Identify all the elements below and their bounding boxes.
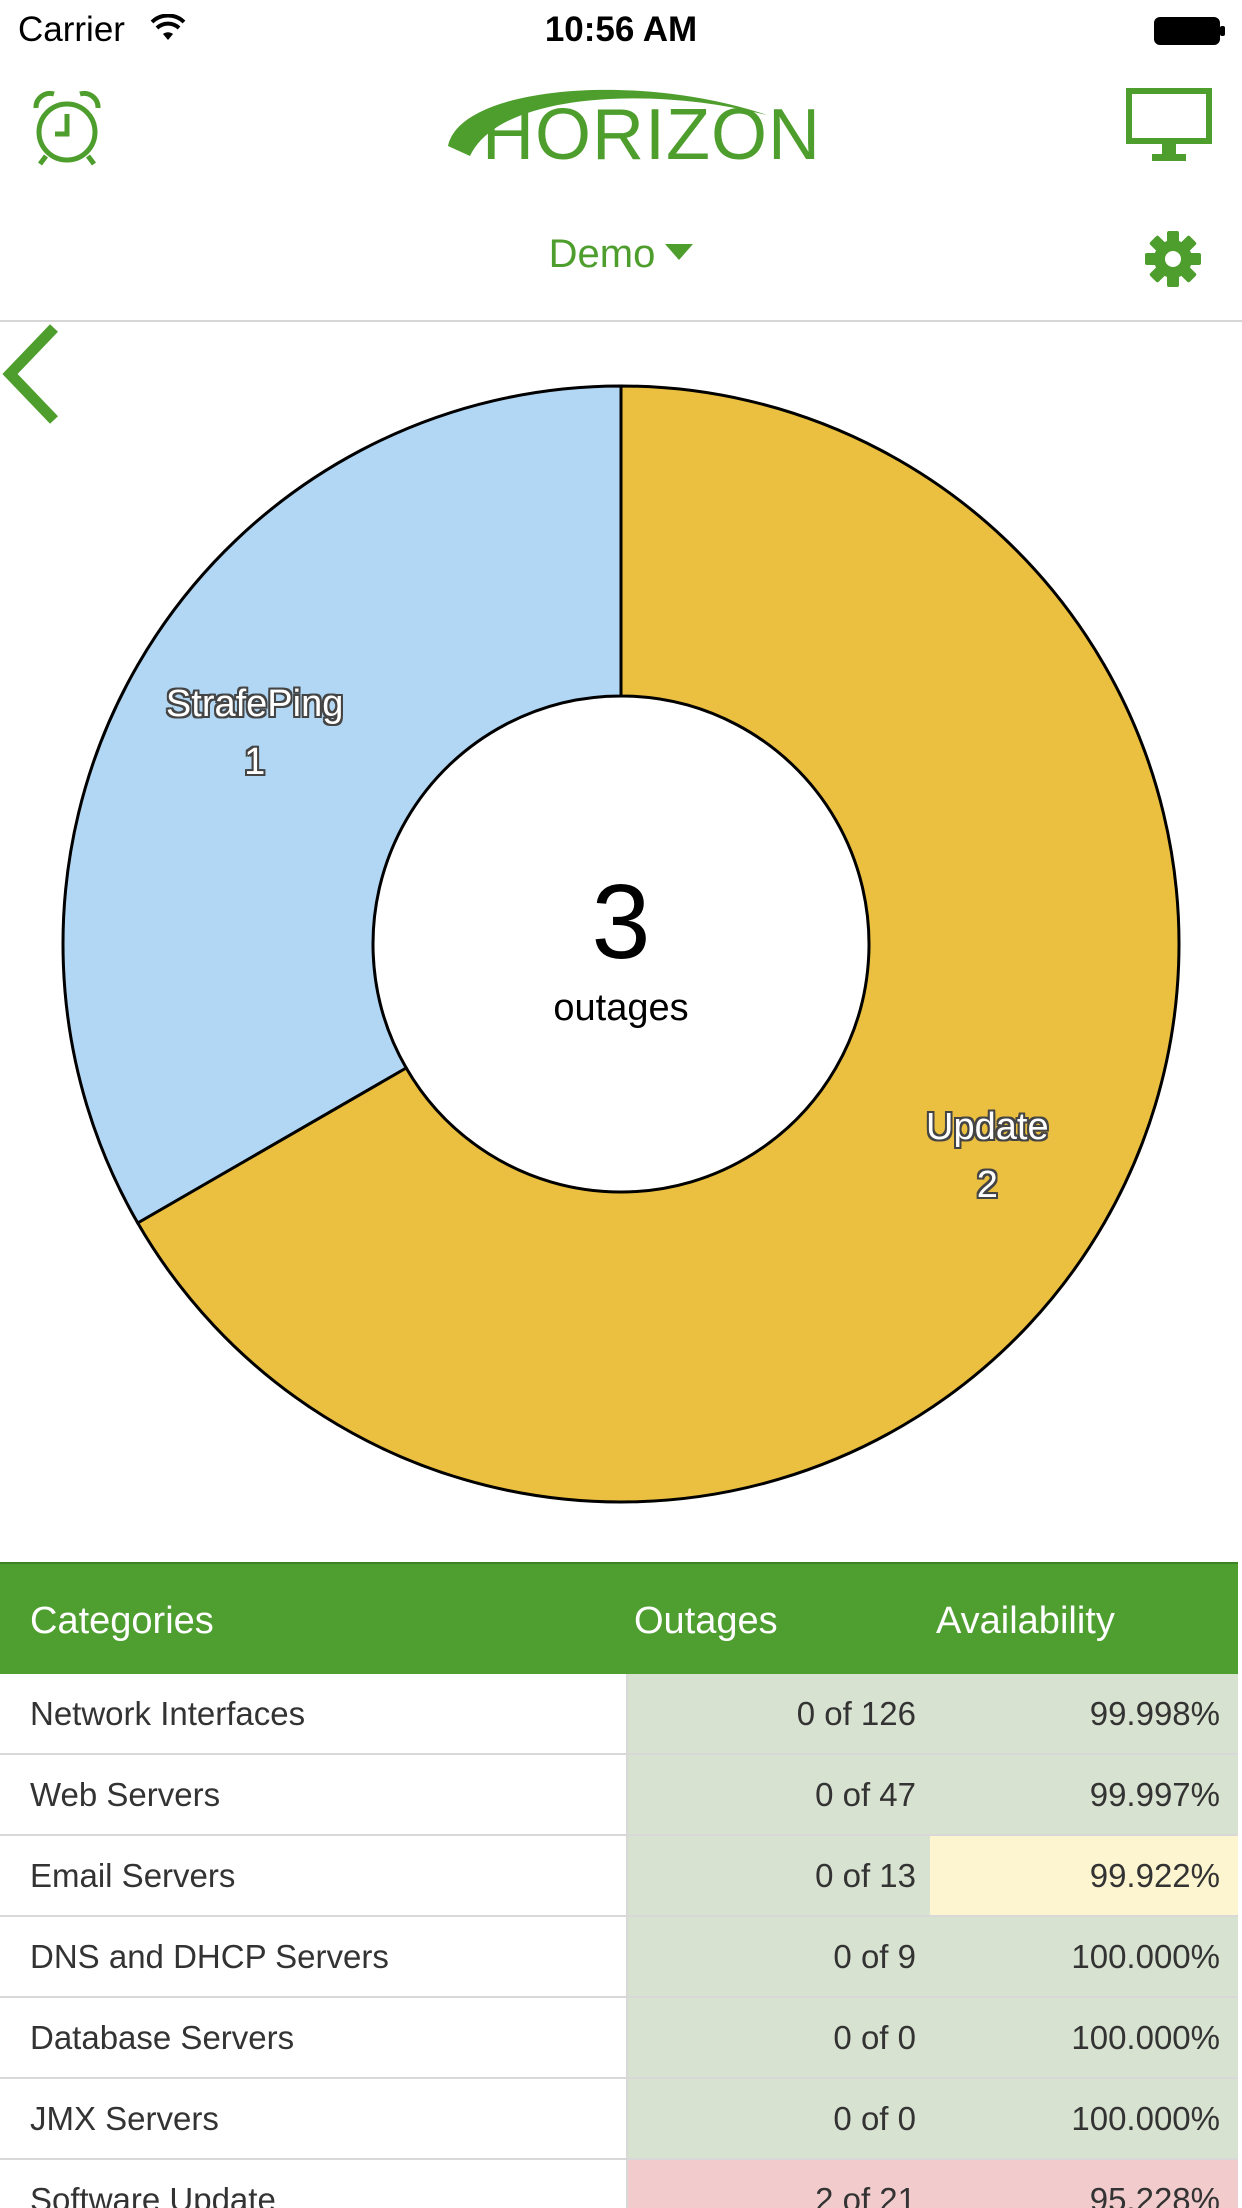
category-cell: DNS and DHCP Servers (0, 1917, 628, 1996)
table-row[interactable]: JMX Servers 0 of 0 100.000% (0, 2079, 1238, 2160)
header-outages[interactable]: Outages (634, 1600, 778, 1643)
slice-label-update: Update 2 (837, 1098, 1137, 1214)
availability-cell: 100.000% (930, 1998, 1238, 2077)
availability-cell: 100.000% (930, 2079, 1238, 2158)
logo-text: HORIZON (482, 95, 821, 175)
outages-cell: 2 of 21 (628, 2160, 930, 2208)
category-cell: Software Update (0, 2160, 628, 2208)
header-availability[interactable]: Availability (936, 1600, 1115, 1643)
table-row[interactable]: Email Servers 0 of 13 99.922% (0, 1836, 1238, 1917)
table-header: Categories Outages Availability (0, 1562, 1238, 1674)
outages-cell: 0 of 13 (628, 1836, 930, 1915)
outages-cell: 0 of 47 (628, 1755, 930, 1834)
table-row[interactable]: DNS and DHCP Servers 0 of 9 100.000% (0, 1917, 1238, 1998)
slice-label-value: 2 (976, 1163, 998, 1206)
table-row[interactable]: Software Update 2 of 21 95.228% (0, 2160, 1238, 2208)
horizon-logo: HORIZON (440, 76, 820, 186)
availability-cell: 100.000% (930, 1917, 1238, 1996)
status-time: 10:56 AM (544, 10, 698, 49)
outages-cell: 0 of 126 (628, 1674, 930, 1753)
table-row[interactable]: Web Servers 0 of 47 99.997% (0, 1755, 1238, 1836)
outage-chart: 3 outages StrafePing 1 Update 2 (0, 322, 1242, 1562)
chevron-left-icon[interactable] (0, 322, 60, 426)
gear-icon[interactable] (1144, 230, 1202, 288)
status-bar: Carrier 10:56 AM (0, 0, 1242, 60)
availability-cell: 99.997% (930, 1755, 1238, 1834)
category-cell: Database Servers (0, 1998, 628, 2077)
category-cell: Network Interfaces (0, 1674, 628, 1753)
chevron-down-icon (665, 244, 694, 261)
slice-label-strafeping: StrafePing 1 (105, 675, 405, 791)
availability-cell: 95.228% (930, 2160, 1238, 2208)
org-selector[interactable]: Demo (0, 232, 1242, 277)
battery-icon (1154, 17, 1225, 45)
category-table: Categories Outages Availability Network … (0, 1562, 1238, 2208)
table-row[interactable]: Database Servers 0 of 0 100.000% (0, 1998, 1238, 2079)
availability-cell: 99.922% (930, 1836, 1238, 1915)
category-cell: JMX Servers (0, 2079, 628, 2158)
category-cell: Email Servers (0, 1836, 628, 1915)
outages-cell: 0 of 0 (628, 1998, 930, 2077)
slice-strafeping[interactable] (61, 384, 623, 1226)
category-cell: Web Servers (0, 1755, 628, 1834)
table-row[interactable]: Network Interfaces 0 of 126 99.998% (0, 1674, 1238, 1755)
header-categories[interactable]: Categories (30, 1600, 214, 1643)
outages-cell: 0 of 0 (628, 2079, 930, 2158)
availability-cell: 99.998% (930, 1674, 1238, 1753)
table-body: Network Interfaces 0 of 126 99.998% Web Ser… (0, 1674, 1238, 2208)
slice-label-name: StrafePing (165, 682, 344, 725)
slice-label-name: Update (926, 1105, 1049, 1148)
alarm-clock-icon[interactable] (28, 88, 106, 168)
outages-cell: 0 of 9 (628, 1917, 930, 1996)
org-selector-label: Demo (548, 232, 656, 276)
monitor-icon[interactable] (1126, 88, 1212, 164)
outage-total-value: 3 (591, 863, 651, 981)
slice-label-value: 1 (244, 740, 266, 783)
outage-total-label: outages (553, 987, 689, 1029)
app-header: HORIZON Demo (0, 60, 1242, 322)
